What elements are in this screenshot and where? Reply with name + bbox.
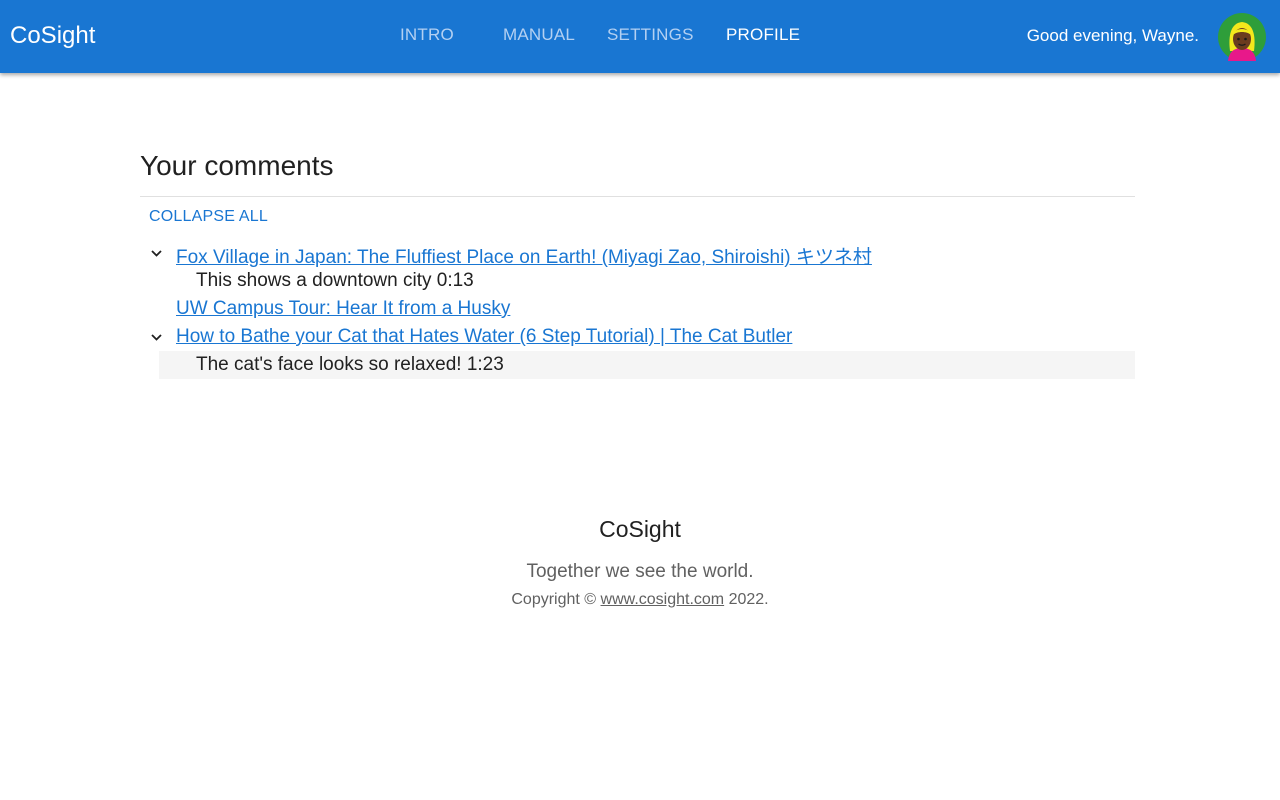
video-link-cat-butler[interactable]: How to Bathe your Cat that Hates Water (… — [176, 326, 792, 348]
video-link-uw-campus-tour[interactable]: UW Campus Tour: Hear It from a Husky — [176, 298, 510, 320]
copyright-prefix: Copyright © — [511, 591, 597, 608]
footer-copyright: Copyright © www.cosight.com 2022. — [0, 591, 1280, 609]
comment-text: The cat's face looks so relaxed! 1:23 — [196, 354, 504, 375]
nav-profile[interactable]: PROFILE — [726, 25, 800, 45]
comment-text: This shows a downtown city 0:13 — [196, 270, 474, 291]
page-title: Your comments — [140, 150, 334, 181]
comment-row-selected[interactable]: The cat's face looks so relaxed! 1:23 — [159, 351, 1135, 379]
website-link[interactable]: www.cosight.com — [601, 591, 725, 608]
video-link-fox-village[interactable]: Fox Village in Japan: The Fluffiest Plac… — [176, 242, 872, 269]
chevron-down-icon[interactable] — [150, 331, 163, 344]
footer-brand: CoSight — [599, 516, 681, 542]
nav-intro[interactable]: INTRO — [400, 25, 454, 45]
chevron-down-icon[interactable] — [150, 247, 163, 260]
footer-tagline: Together we see the world. — [526, 561, 754, 582]
greeting-text: Good evening, Wayne. — [1026, 26, 1199, 45]
title-divider — [140, 196, 1135, 197]
app-bar: CoSight INTRO MANUAL SETTINGS PROFILE Go… — [0, 0, 1280, 73]
collapse-all-button[interactable]: COLLAPSE ALL — [149, 208, 268, 226]
nav-manual[interactable]: MANUAL — [503, 25, 575, 45]
copyright-year: 2022. — [728, 591, 769, 608]
nav-settings[interactable]: SETTINGS — [607, 25, 694, 45]
user-avatar-icon[interactable] — [1218, 13, 1266, 61]
comment-row[interactable]: This shows a downtown city 0:13 — [159, 267, 1135, 295]
brand-logo-text[interactable]: CoSight — [10, 22, 95, 50]
